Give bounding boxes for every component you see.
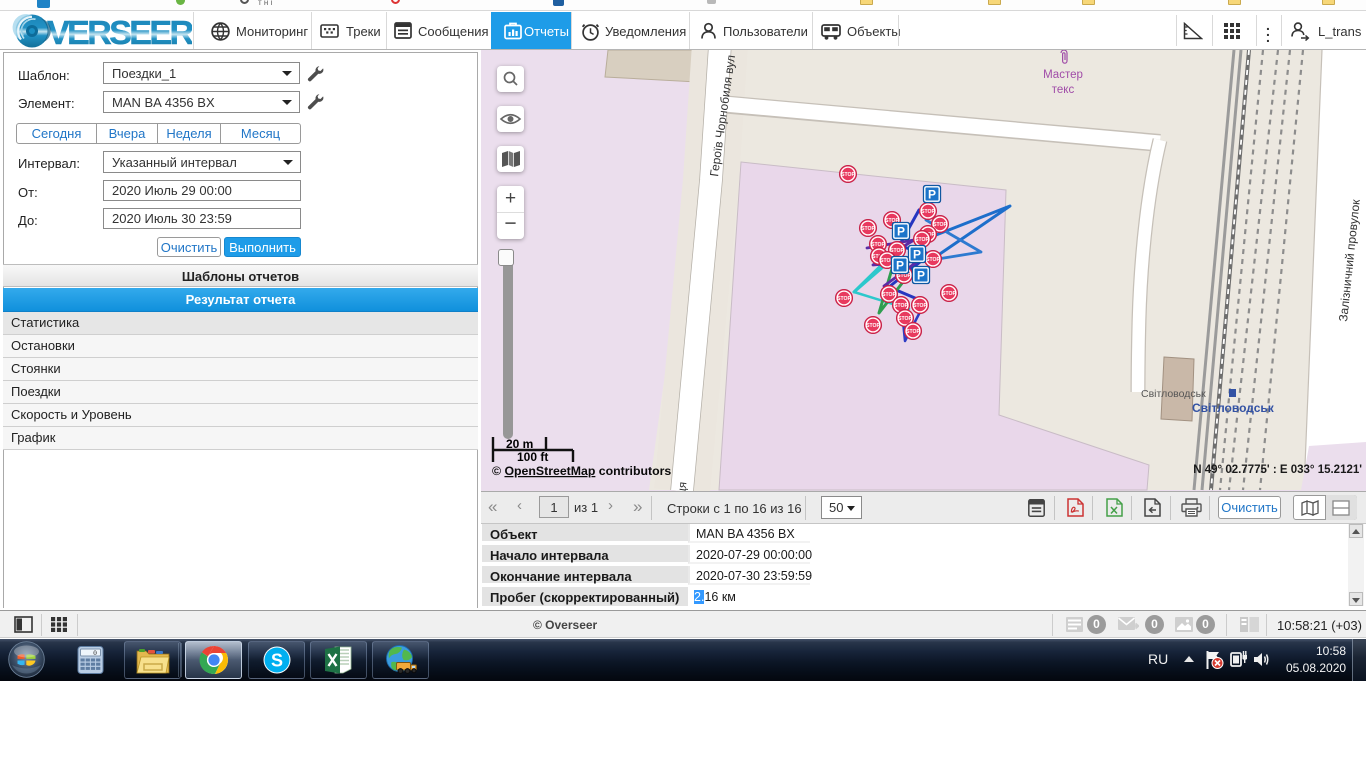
svg-text:STOP: STOP [913,303,927,309]
svg-text:STOP: STOP [906,329,920,335]
svg-text:STOP: STOP [861,226,875,232]
svg-text:STOP: STOP [882,292,896,298]
svg-text:© OpenStreetMap contributors: © OpenStreetMap contributors [492,464,671,478]
svg-text:0: 0 [93,650,97,657]
svg-text:STOP: STOP [898,316,912,322]
svg-text:текс: текс [1052,84,1075,96]
svg-text:P: P [917,268,925,282]
svg-text:VERSEER: VERSEER [47,15,192,48]
svg-text:P: P [913,247,921,261]
svg-text:STOP: STOP [837,296,851,302]
svg-text:STOP: STOP [942,291,956,297]
svg-text:ця: ця [676,481,689,491]
svg-text:100 ft: 100 ft [517,450,548,464]
svg-text:STOP: STOP [894,303,908,309]
svg-text:STOP: STOP [915,237,929,243]
svg-text:STOP: STOP [921,209,935,215]
svg-text:Світловодськ: Світловодськ [1192,401,1275,415]
svg-text:STOP: STOP [841,172,855,178]
svg-text:N 49° 02.7775' : E 033° 15.212: N 49° 02.7775' : E 033° 15.2121' [1193,464,1362,476]
svg-text:STOP: STOP [926,257,940,263]
svg-text:STOP: STOP [866,323,880,329]
svg-text:STOP: STOP [933,222,947,228]
svg-text:Світловодськ: Світловодськ [1141,388,1206,400]
svg-text:P: P [928,187,936,201]
svg-text:P: P [896,258,904,272]
svg-text:Мастер: Мастер [1043,69,1083,81]
svg-text:S: S [270,651,282,671]
svg-text:P: P [897,224,905,238]
